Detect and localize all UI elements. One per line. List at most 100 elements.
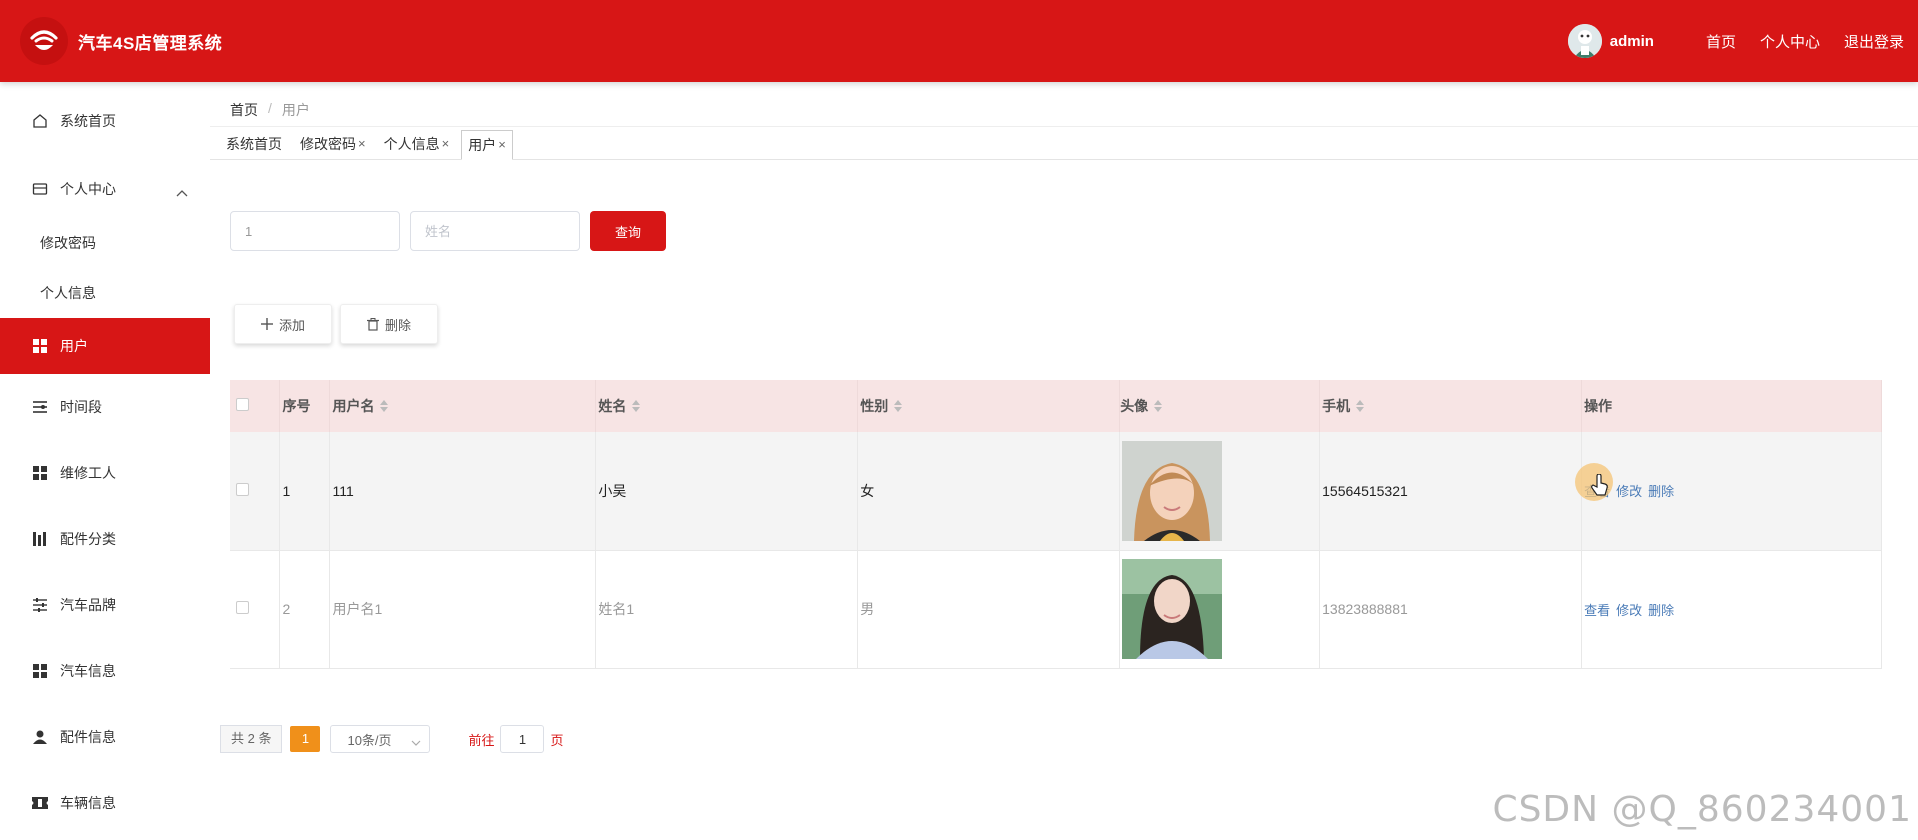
table-header-row: 序号 用户名 姓名 性别 头像 手机 操作 xyxy=(230,380,1882,432)
table-row: 2 用户名1 姓名1 男 13823888881 查看 修改 删除 xyxy=(230,550,1882,669)
close-icon[interactable]: × xyxy=(442,129,450,159)
app-title: 汽车4S店管理系统 xyxy=(78,33,223,53)
page-number-button[interactable]: 1 xyxy=(290,726,321,752)
username-search-input[interactable] xyxy=(230,211,400,251)
sidebar-item-label: 配件信息 xyxy=(60,729,116,745)
edit-link[interactable]: 修改 xyxy=(1616,484,1642,499)
tab-personal-info[interactable]: 个人信息 × xyxy=(378,129,456,159)
sidebar-item-label: 汽车信息 xyxy=(60,663,116,679)
header-profile-link[interactable]: 个人中心 xyxy=(1760,31,1820,52)
header-user-area: admin 首页 个人中心 退出登录 xyxy=(1567,0,1904,82)
add-button[interactable]: 添加 xyxy=(234,304,332,344)
avatar-photo[interactable] xyxy=(1122,440,1223,541)
column-header-gender[interactable]: 性别 xyxy=(857,380,1121,432)
ticket-icon xyxy=(32,795,48,811)
bars-icon xyxy=(32,531,48,547)
chevron-up-icon xyxy=(176,184,188,200)
sidebar-item-car-brands[interactable]: 汽车品牌 xyxy=(0,572,210,638)
sidebar-item-profile-center[interactable]: 个人中心 xyxy=(0,160,210,218)
query-button[interactable]: 查询 xyxy=(590,211,666,251)
close-icon[interactable]: × xyxy=(498,130,506,160)
tab-change-password[interactable]: 修改密码 × xyxy=(294,129,372,159)
card-icon xyxy=(32,181,48,197)
sort-icon[interactable] xyxy=(894,399,903,415)
cell-name: 姓名1 xyxy=(595,550,859,669)
table-row: 1 111 小吴 女 15564515321 修改 删除 xyxy=(230,432,1882,551)
close-icon[interactable]: × xyxy=(358,129,366,159)
header-logout-link[interactable]: 退出登录 xyxy=(1844,31,1904,52)
sort-icon[interactable] xyxy=(380,399,389,415)
sidebar-item-car-info[interactable]: 汽车信息 xyxy=(0,638,210,704)
row-checkbox[interactable] xyxy=(236,601,249,614)
watermark: CSDN @Q_860234001 xyxy=(1492,789,1912,830)
top-header: 汽车4S店管理系统 admin 首页 个人中心 退出登录 xyxy=(0,0,1918,82)
sidebar-item-time-slots[interactable]: 时间段 xyxy=(0,374,210,440)
goto-label: 前往 xyxy=(468,732,495,748)
name-search-input[interactable] xyxy=(410,211,580,251)
cell-gender: 女 xyxy=(857,432,1121,551)
user-table: 序号 用户名 姓名 性别 头像 手机 操作 1 111 小吴 女 1556451… xyxy=(230,380,1882,669)
goto-page-input[interactable] xyxy=(500,725,545,753)
sliders-icon xyxy=(32,597,48,613)
sidebar-subitem-personal-info[interactable]: 个人信息 xyxy=(0,268,210,318)
column-header-username[interactable]: 用户名 xyxy=(329,380,597,432)
view-link[interactable]: 查看 xyxy=(1584,603,1610,618)
column-header-index: 序号 xyxy=(279,380,331,432)
delete-link[interactable]: 删除 xyxy=(1648,603,1674,618)
sidebar-item-label: 配件分类 xyxy=(60,531,116,547)
pagination: 共 2 条 1 10条/页 前往 页 xyxy=(220,725,564,753)
column-header-label: 性别 xyxy=(860,398,889,414)
column-header-label: 手机 xyxy=(1322,398,1351,414)
cell-phone: 13823888881 xyxy=(1319,550,1583,669)
grid-icon xyxy=(32,465,48,481)
sort-icon[interactable] xyxy=(1356,399,1365,415)
sidebar-item-parts-category[interactable]: 配件分类 xyxy=(0,506,210,572)
edit-link[interactable]: 修改 xyxy=(1616,603,1642,618)
trash-icon xyxy=(366,317,379,331)
breadcrumb: 首页 / 用户 xyxy=(230,100,310,120)
list-icon xyxy=(32,399,48,415)
goto-suffix: 页 xyxy=(550,732,564,748)
cell-username: 用户名1 xyxy=(329,550,597,669)
header-select-all[interactable] xyxy=(230,380,281,432)
column-header-name[interactable]: 姓名 xyxy=(595,380,859,432)
sidebar-item-vehicle-info[interactable]: 车辆信息 xyxy=(0,770,210,836)
cell-avatar xyxy=(1119,432,1321,551)
sidebar-subitem-change-password[interactable]: 修改密码 xyxy=(0,218,210,268)
delete-button[interactable]: 删除 xyxy=(340,304,438,344)
tab-users[interactable]: 用户 × xyxy=(461,130,513,160)
select-all-checkbox[interactable] xyxy=(236,398,249,411)
column-header-avatar[interactable]: 头像 xyxy=(1119,380,1321,432)
tab-label: 修改密码 xyxy=(300,136,356,152)
sort-icon[interactable] xyxy=(1154,399,1163,415)
header-home-link[interactable]: 首页 xyxy=(1706,31,1736,52)
delete-button-label: 删除 xyxy=(384,317,411,333)
column-header-phone[interactable]: 手机 xyxy=(1319,380,1583,432)
grid-icon xyxy=(32,663,48,679)
user-avatar[interactable] xyxy=(1567,24,1602,58)
sidebar: 系统首页 个人中心 修改密码 个人信息 用户 时间段 维修工人 配件分类 汽车品… xyxy=(0,82,210,840)
row-select-cell xyxy=(230,432,281,551)
sidebar-item-parts-info[interactable]: 配件信息 xyxy=(0,704,210,770)
hand-cursor-icon xyxy=(1591,473,1609,501)
sidebar-item-dashboard[interactable]: 系统首页 xyxy=(0,82,210,160)
sort-icon[interactable] xyxy=(632,399,641,415)
delete-link[interactable]: 删除 xyxy=(1648,484,1674,499)
sidebar-item-label: 维修工人 xyxy=(60,465,116,481)
sidebar-item-repair-workers[interactable]: 维修工人 xyxy=(0,440,210,506)
breadcrumb-separator: / xyxy=(268,100,272,116)
sidebar-item-label: 个人中心 xyxy=(60,181,116,197)
cell-operations: 查看修改删除 xyxy=(1581,550,1882,669)
header-username: admin xyxy=(1609,32,1654,50)
avatar-photo[interactable] xyxy=(1122,559,1223,659)
home-icon xyxy=(32,113,48,129)
page-size-select[interactable]: 10条/页 xyxy=(330,725,431,753)
row-checkbox[interactable] xyxy=(236,482,249,496)
tab-dashboard[interactable]: 系统首页 xyxy=(220,129,288,159)
sidebar-item-label: 用户 xyxy=(60,338,88,354)
breadcrumb-home[interactable]: 首页 xyxy=(230,100,258,120)
column-header-label: 头像 xyxy=(1120,398,1149,414)
sidebar-item-users[interactable]: 用户 xyxy=(0,318,210,374)
column-header-label: 用户名 xyxy=(332,398,375,414)
tab-bar: 系统首页 修改密码 × 个人信息 × 用户 × xyxy=(210,126,1918,160)
